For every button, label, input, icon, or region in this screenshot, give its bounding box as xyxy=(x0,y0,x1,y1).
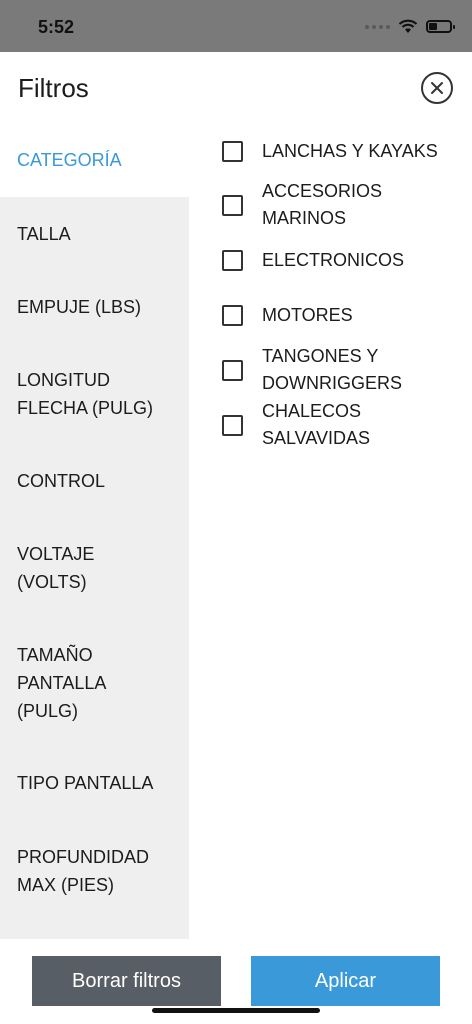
sidebar-item-tamano-pantalla[interactable]: TAMAÑO PANTALLA (PULG) xyxy=(17,641,127,725)
clear-filters-button[interactable]: Borrar filtros xyxy=(32,956,221,1006)
option-label: ELECTRONICOS xyxy=(262,250,405,270)
filter-category-sidebar: CATEGORÍA TALLA EMPUJE (LBS) LONGITUD FL… xyxy=(0,120,189,940)
checkbox[interactable] xyxy=(222,359,243,381)
sidebar-item-voltaje[interactable]: VOLTAJE (VOLTS) xyxy=(17,540,127,596)
page-title: Filtros xyxy=(18,73,89,103)
checkbox[interactable] xyxy=(222,141,243,162)
sidebar-item-longitud-flecha[interactable]: LONGITUD FLECHA (PULG) xyxy=(17,366,177,422)
option-tangones-downriggers[interactable]: TANGONES Y DOWNRIGGERS xyxy=(222,343,467,397)
sidebar-item-tipo-pantalla[interactable]: TIPO PANTALLA xyxy=(17,769,187,797)
sidebar-item-control[interactable]: CONTROL xyxy=(17,467,187,495)
sidebar-item-profundidad-max[interactable]: PROFUNDIDAD MAX (PIES) xyxy=(17,843,167,899)
option-label: TANGONES Y DOWNRIGGERS xyxy=(262,346,403,393)
option-chalecos-salvavidas[interactable]: CHALECOS SALVAVIDAS xyxy=(222,398,467,452)
cellular-signal-icon xyxy=(365,24,390,29)
option-label: MOTORES xyxy=(262,305,353,325)
option-label: CHALECOS SALVAVIDAS xyxy=(262,401,371,448)
option-motores[interactable]: MOTORES xyxy=(222,302,467,329)
option-lanchas-kayaks[interactable]: LANCHAS Y KAYAKS xyxy=(222,138,467,165)
battery-icon xyxy=(426,20,455,33)
footer-actions: Borrar filtros Aplicar xyxy=(0,940,472,1024)
close-icon xyxy=(431,82,443,94)
apply-button[interactable]: Aplicar xyxy=(251,956,440,1006)
sidebar-item-empuje[interactable]: EMPUJE (LBS) xyxy=(17,293,187,321)
option-accesorios-marinos[interactable]: ACCESORIOS MARINOS xyxy=(222,178,467,232)
option-electronicos[interactable]: ELECTRONICOS xyxy=(222,247,467,274)
option-label: LANCHAS Y KAYAKS xyxy=(262,141,438,161)
wifi-icon xyxy=(398,19,418,33)
status-icons xyxy=(365,19,455,34)
home-indicator xyxy=(152,1008,320,1013)
sidebar-item-categoria[interactable]: CATEGORÍA xyxy=(17,146,187,174)
checkbox[interactable] xyxy=(222,250,243,271)
status-time: 5:52 xyxy=(38,17,75,37)
checkbox[interactable] xyxy=(222,414,243,436)
option-label: ACCESORIOS MARINOS xyxy=(262,181,383,228)
close-button[interactable] xyxy=(421,72,453,104)
checkbox[interactable] xyxy=(222,194,243,216)
sidebar-item-talla[interactable]: TALLA xyxy=(17,220,187,248)
checkbox[interactable] xyxy=(222,305,243,326)
status-bar: 5:52 xyxy=(0,0,472,52)
